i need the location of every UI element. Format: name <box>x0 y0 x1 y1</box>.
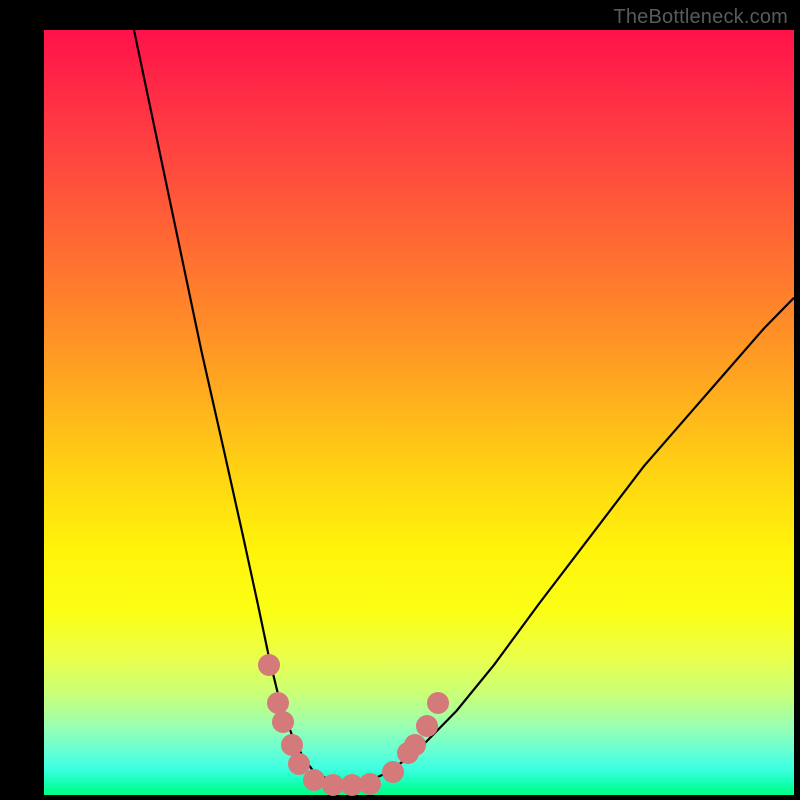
watermark-text: TheBottleneck.com <box>613 6 788 29</box>
marker-dot <box>416 715 438 737</box>
marker-dots-layer <box>44 30 794 795</box>
chart-container: TheBottleneck.com <box>0 0 800 800</box>
marker-dot <box>404 734 426 756</box>
marker-dot <box>382 761 404 783</box>
marker-dot <box>272 711 294 733</box>
plot-area <box>44 30 794 795</box>
marker-dot <box>359 773 381 795</box>
marker-dot <box>427 692 449 714</box>
marker-dot <box>258 654 280 676</box>
